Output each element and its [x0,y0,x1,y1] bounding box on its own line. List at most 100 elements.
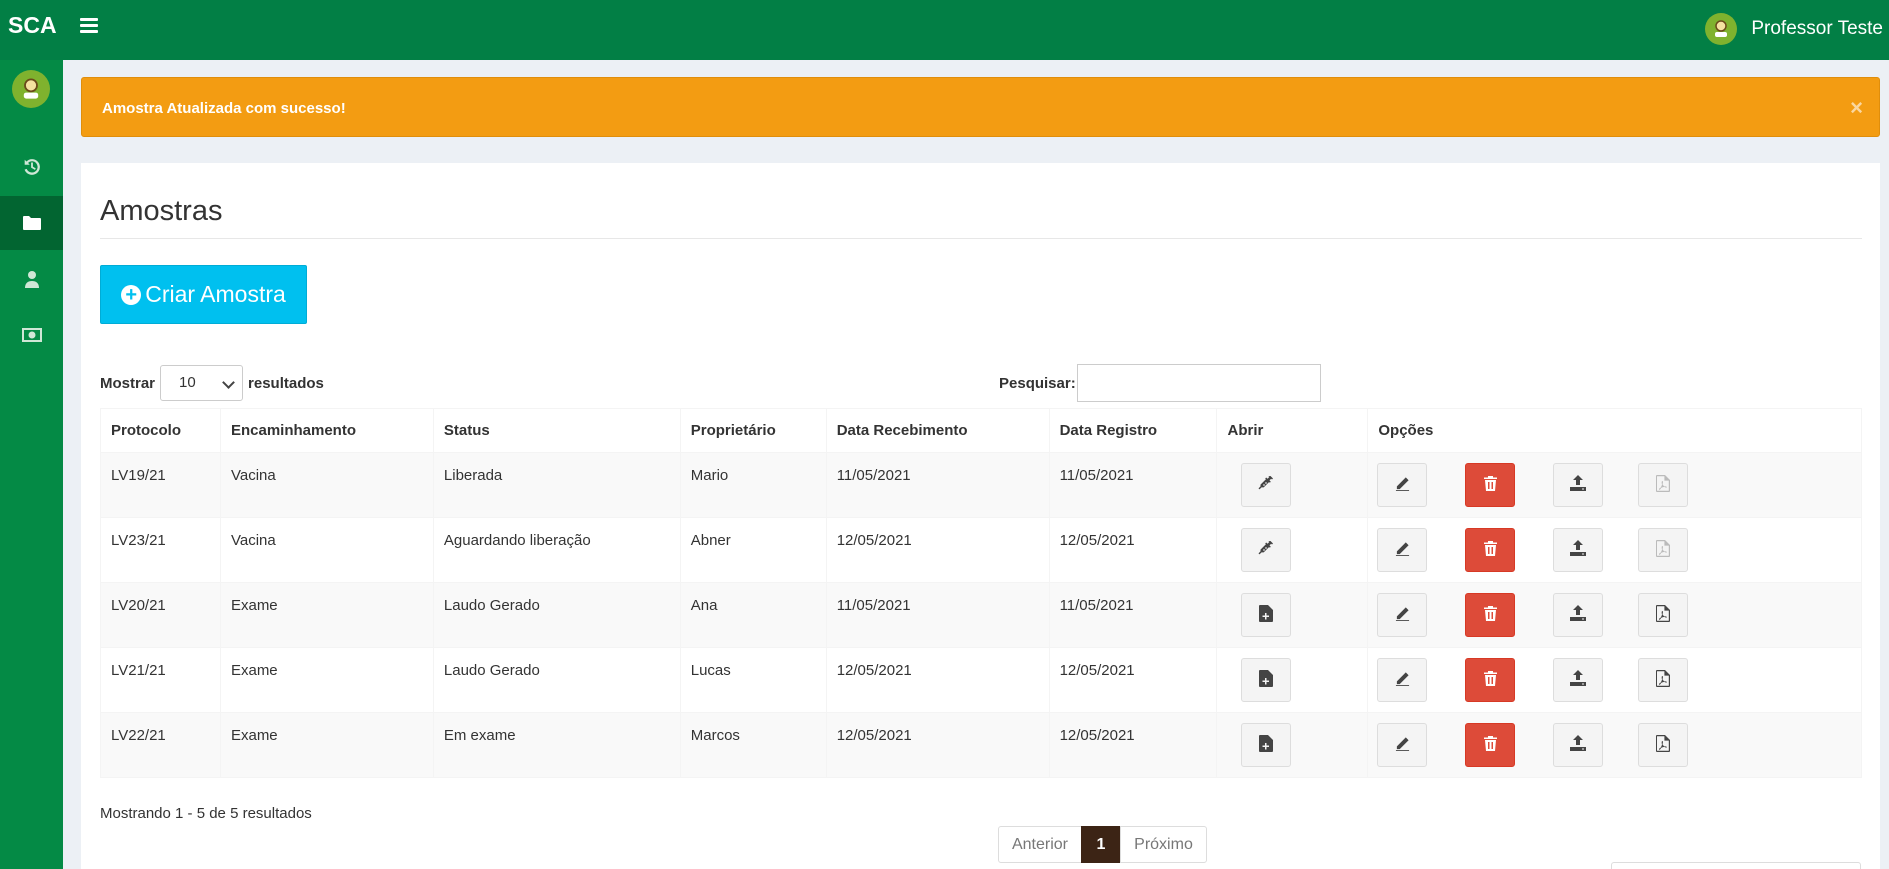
pencil-icon [1395,606,1410,625]
cell-open [1216,647,1369,713]
column-header[interactable]: Status [432,408,681,453]
top-navbar: SCA Professor Teste [0,0,1889,60]
pdf-button[interactable] [1638,593,1689,637]
file-add-icon [1259,669,1274,691]
delete-button[interactable] [1465,658,1516,702]
upload-button[interactable] [1553,723,1604,767]
cell-protocolo: LV19/21 [100,452,221,518]
table-header-row: Protocolo Encaminhamento Status Propriet… [100,408,1862,453]
cell-encaminhamento: Vacina [219,452,434,518]
page-length-control: Mostrar 10 resultados [100,365,324,401]
upload-button[interactable] [1553,593,1604,637]
delete-button[interactable] [1465,723,1516,767]
column-header[interactable]: Protocolo [100,408,221,453]
edit-button[interactable] [1377,593,1428,637]
edit-button[interactable] [1377,723,1428,767]
cell-open [1216,452,1369,518]
open-sample-button[interactable] [1241,658,1292,702]
delete-button[interactable] [1465,463,1516,507]
open-sample-button[interactable] [1241,723,1292,767]
cell-encaminhamento: Exame [219,582,434,648]
success-alert: Amostra Atualizada com sucesso! × [81,77,1880,137]
hamburger-icon[interactable] [80,18,98,36]
sidebar-item-samples[interactable] [0,196,63,250]
syringe-icon [1258,540,1274,560]
user-menu[interactable]: Professor Teste [1705,12,1883,46]
money-icon [21,328,42,342]
pdf-button[interactable] [1638,723,1689,767]
page-length-select[interactable]: 10 [160,365,244,401]
delete-button[interactable] [1465,528,1516,572]
pagination-page-1[interactable]: 1 [1081,826,1121,863]
chevron-down-icon [222,376,235,389]
cell-proprietario: Lucas [679,647,827,713]
upload-icon [1570,735,1587,755]
close-icon[interactable]: × [1850,95,1863,121]
cell-data-registro: 12/05/2021 [1048,712,1218,778]
search-label: Pesquisar: [999,374,1076,392]
cell-encaminhamento: Exame [219,647,434,713]
show-label: Mostrar [100,374,156,392]
create-sample-button[interactable]: + Criar Amostra [100,265,307,324]
column-header[interactable]: Data Recebimento [825,408,1050,453]
alert-message: Amostra Atualizada com sucesso! [102,100,346,117]
table-row: LV21/21 Exame Laudo Gerado Lucas 12/05/2021 1… [100,647,1862,713]
cell-status: Liberada [432,452,681,518]
column-header[interactable]: Proprietário [679,408,827,453]
cell-data-registro: 11/05/2021 [1048,582,1218,648]
upload-button[interactable] [1553,528,1604,572]
upload-button[interactable] [1553,463,1604,507]
column-header[interactable]: Abrir [1216,408,1369,453]
pdf-button[interactable] [1638,658,1689,702]
cell-proprietario: Mario [679,452,827,518]
trash-icon [1483,475,1497,495]
pagination-next[interactable]: Próximo [1120,826,1207,863]
cell-status: Laudo Gerado [432,582,681,648]
cell-open [1216,582,1369,648]
sidebar-item-history[interactable] [0,140,63,194]
edit-button[interactable] [1377,658,1428,702]
edit-button[interactable] [1377,528,1428,572]
cell-data-recebimento: 12/05/2021 [825,647,1050,713]
open-sample-button[interactable] [1241,528,1292,572]
upload-icon [1570,605,1587,625]
cell-data-registro: 12/05/2021 [1048,647,1218,713]
sidebar-avatar-icon [12,70,50,108]
cell-data-recebimento: 11/05/2021 [825,582,1050,648]
column-header[interactable]: Data Registro [1048,408,1218,453]
file-add-icon [1259,734,1274,756]
cell-data-registro: 12/05/2021 [1048,517,1218,583]
cell-encaminhamento: Exame [219,712,434,778]
pdf-button[interactable] [1638,463,1689,507]
cell-data-recebimento: 12/05/2021 [825,517,1050,583]
pagination-previous[interactable]: Anterior [998,826,1082,863]
pencil-icon [1395,671,1410,690]
cell-options [1367,712,1862,778]
pdf-button[interactable] [1638,528,1689,572]
trash-icon [1483,605,1497,625]
sidebar-item-finance[interactable] [0,308,63,362]
column-header[interactable]: Encaminhamento [219,408,434,453]
brand-logo[interactable]: SCA [8,12,57,39]
open-sample-button[interactable] [1241,463,1292,507]
cell-status: Em exame [432,712,681,778]
footer-element [1611,862,1861,869]
column-header[interactable]: Opções [1367,408,1862,453]
cell-open [1216,517,1369,583]
search-control: Pesquisar: [999,364,1321,402]
upload-icon [1570,670,1587,690]
delete-button[interactable] [1465,593,1516,637]
cell-data-recebimento: 12/05/2021 [825,712,1050,778]
pencil-icon [1395,736,1410,755]
cell-proprietario: Ana [679,582,827,648]
pencil-icon [1395,476,1410,495]
sidebar-item-users[interactable] [0,252,63,306]
cell-status: Laudo Gerado [432,647,681,713]
search-input[interactable] [1076,364,1321,402]
upload-button[interactable] [1553,658,1604,702]
cell-open [1216,712,1369,778]
upload-icon [1570,475,1587,495]
pdf-icon [1656,474,1671,496]
edit-button[interactable] [1377,463,1428,507]
open-sample-button[interactable] [1241,593,1292,637]
